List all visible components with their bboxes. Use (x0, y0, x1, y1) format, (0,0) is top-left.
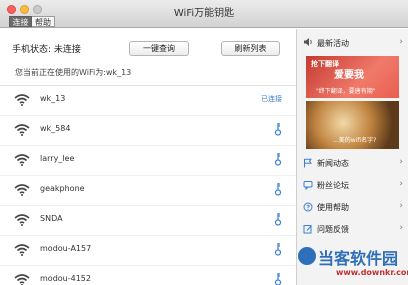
connection-panel: 手机状态: 未连接 一键查询 刷新列表 您当前正在使用的WiFi为:wk_13 … (0, 29, 296, 285)
key-icon[interactable] (274, 182, 282, 196)
wifi-row[interactable]: wk_584 (0, 116, 296, 146)
tab-connect[interactable]: 连接 (9, 16, 32, 27)
sidebar-item-label: 粉丝论坛 (317, 181, 349, 190)
sidebar-item-label: 使用帮助 (317, 203, 349, 212)
wifi-row[interactable]: geakphone (0, 176, 296, 206)
key-icon[interactable] (274, 122, 282, 136)
sidebar-item-news[interactable]: 新闻动态 › (297, 153, 408, 175)
speaker-icon (304, 38, 312, 46)
key-icon[interactable] (274, 242, 282, 256)
wifi-name: modou-4152 (40, 274, 91, 283)
wifi-name: geakphone (40, 184, 85, 193)
chevron-right-icon: › (399, 37, 403, 47)
sidebar-item-forum[interactable]: 粉丝论坛 › (297, 175, 408, 197)
tab-bar: 连接 帮助 (9, 16, 55, 27)
wifi-row[interactable]: wk_13 已连接 (0, 86, 296, 116)
site-watermark: 当客软件园 www.downkr.com (296, 245, 408, 285)
tab-help[interactable]: 帮助 (32, 16, 55, 27)
wifi-name: SNDA (40, 214, 63, 223)
wifi-signal-icon (14, 184, 30, 196)
chevron-right-icon: › (399, 223, 403, 233)
site-logo (298, 247, 316, 265)
wifi-name: modou-A157 (40, 244, 92, 253)
key-icon[interactable] (274, 272, 282, 285)
sidebar-item-help[interactable]: 使用帮助 › (297, 197, 408, 219)
key-icon[interactable] (274, 212, 282, 226)
wifi-row[interactable]: SNDA (0, 206, 296, 236)
edit-icon (303, 225, 312, 234)
wifi-signal-icon (14, 154, 30, 166)
banner-headline: 爱要我 (334, 70, 364, 81)
key-icon[interactable] (274, 152, 282, 166)
sidebar-item-label: 新闻动态 (317, 159, 349, 168)
phone-status-label: 手机状态: 未连接 (12, 45, 81, 55)
wifi-signal-icon (14, 124, 30, 136)
wifi-row[interactable]: modou-A157 (0, 236, 296, 266)
latest-activity-label: 最新活动 (317, 39, 349, 48)
wifi-signal-icon (14, 244, 30, 256)
activity-banner-1[interactable]: 抢下翻译 爱要我 "终下翻译，要唐有期" (306, 56, 399, 98)
current-wifi-text: 您当前正在使用的WiFi为:wk_13 (15, 68, 132, 77)
flag-icon (304, 158, 312, 168)
sidebar-item-feedback[interactable]: 问题反馈 › (297, 219, 408, 241)
connected-status: 已连接 (261, 95, 282, 103)
activity-banner-2[interactable]: ...美的wifi名字? (306, 101, 399, 149)
sidebar-item-label: 问题反馈 (317, 225, 349, 234)
wifi-signal-icon (14, 94, 30, 106)
wifi-name: larry_lee (40, 154, 75, 163)
wifi-signal-icon (14, 274, 30, 285)
one-click-query-button[interactable]: 一键查询 (129, 41, 189, 56)
banner-caption: "终下翻译，要唐有期" (316, 88, 376, 95)
banner-caption: ...美的wifi名字? (333, 137, 377, 144)
watermark-title: 当客软件园 (318, 249, 399, 268)
wifi-name: wk_13 (40, 94, 66, 103)
wifi-signal-icon (14, 214, 30, 226)
title-bar: WiFi万能钥匙 连接 帮助 (0, 0, 408, 28)
latest-activity-header[interactable]: 最新活动 › (297, 33, 408, 53)
chevron-right-icon: › (399, 179, 403, 189)
chevron-right-icon: › (399, 157, 403, 167)
refresh-list-button[interactable]: 刷新列表 (221, 41, 280, 56)
help-icon (303, 202, 313, 212)
chevron-right-icon: › (399, 201, 403, 211)
window-title: WiFi万能钥匙 (173, 8, 235, 19)
wifi-row[interactable]: modou-4152 (0, 266, 296, 285)
wifi-name: wk_584 (40, 124, 71, 133)
wifi-row[interactable]: larry_lee (0, 146, 296, 176)
watermark-url: www.downkr.com (336, 268, 408, 277)
chat-icon (303, 181, 313, 190)
